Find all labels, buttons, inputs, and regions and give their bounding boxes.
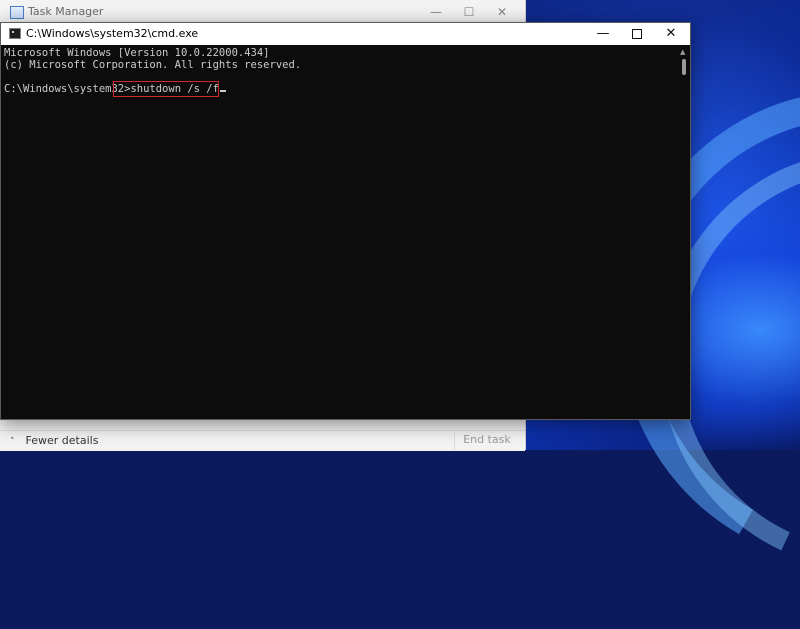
command-prompt-titlebar[interactable]: C:\Windows\system32\cmd.exe — ✕ — [1, 23, 690, 45]
command-prompt-window[interactable]: C:\Windows\system32\cmd.exe — ✕ Microsof… — [0, 22, 691, 420]
task-manager-icon — [10, 6, 24, 19]
task-manager-footer: ˄ Fewer details — [0, 430, 525, 451]
end-task-button[interactable]: End task — [454, 430, 519, 450]
fewer-details-button[interactable]: ˄ Fewer details — [10, 434, 98, 447]
maximize-icon — [632, 28, 642, 39]
task-manager-title: Task Manager — [28, 5, 104, 18]
vertical-scrollbar[interactable]: ▲ — [677, 45, 690, 419]
command-highlight-box — [113, 81, 219, 97]
task-manager-close-button[interactable]: ✕ — [480, 0, 524, 24]
console-icon — [9, 28, 21, 39]
scroll-up-arrow-icon[interactable]: ▲ — [680, 48, 685, 56]
scrollbar-thumb[interactable] — [682, 59, 686, 75]
text-cursor — [219, 90, 226, 92]
minimize-button[interactable]: — — [586, 23, 620, 45]
chevron-up-icon: ˄ — [10, 437, 15, 447]
command-prompt-title: C:\Windows\system32\cmd.exe — [26, 27, 199, 40]
console-line-copyright: (c) Microsoft Corporation. All rights re… — [4, 59, 302, 71]
console-output[interactable]: Microsoft Windows [Version 10.0.22000.43… — [1, 45, 677, 419]
fewer-details-label: Fewer details — [25, 434, 99, 447]
task-manager-titlebar[interactable]: Task Manager — ☐ ✕ — [0, 0, 525, 24]
close-button[interactable]: ✕ — [654, 23, 688, 45]
console-prompt-row[interactable]: C:\Windows\system32>shutdown /s /f — [4, 83, 677, 95]
console-prompt: C:\Windows\system32> — [4, 83, 131, 95]
console-line-version: Microsoft Windows [Version 10.0.22000.43… — [4, 47, 270, 59]
maximize-button[interactable] — [620, 23, 654, 45]
